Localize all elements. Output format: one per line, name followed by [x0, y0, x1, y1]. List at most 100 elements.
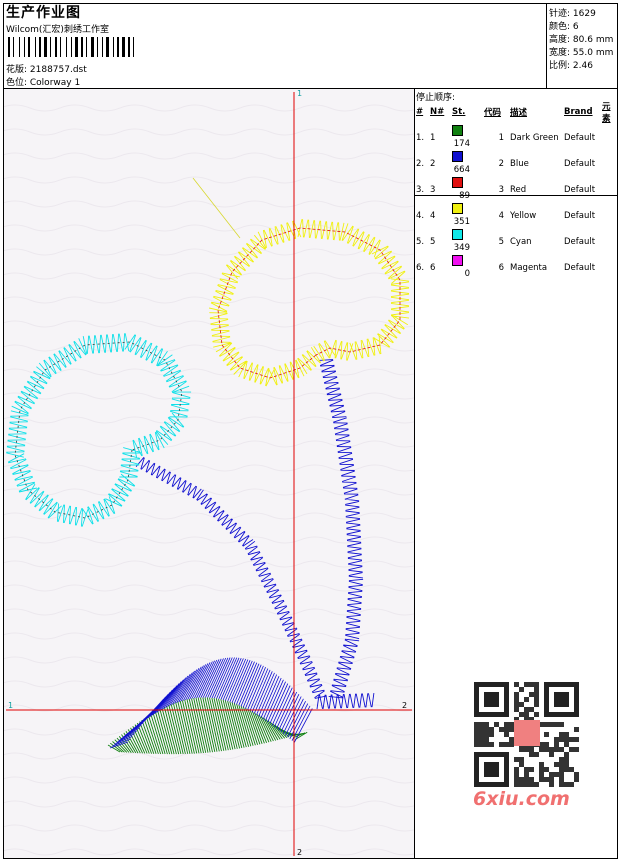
- row-number: 6: [430, 262, 436, 273]
- row-brand: Default: [564, 158, 596, 169]
- row-number: 2: [430, 158, 436, 169]
- qr-module: [514, 767, 519, 772]
- qr-module: [474, 732, 479, 737]
- qr-module: [509, 742, 514, 747]
- row-description: Yellow: [510, 210, 537, 221]
- stitch-count: 351: [453, 217, 470, 227]
- row-element: [602, 177, 620, 203]
- row-code: 2: [498, 158, 504, 169]
- qr-module: [559, 777, 564, 782]
- qr-module: [539, 777, 544, 782]
- qr-module: [489, 732, 494, 737]
- qr-module: [534, 697, 539, 702]
- qr-module: [509, 722, 514, 727]
- stat-colors: 颜色: 6: [549, 19, 579, 32]
- qr-module: [564, 762, 569, 767]
- table-row: 5. 5 349 5 Cyan Default: [416, 229, 620, 255]
- qr-finder: [554, 692, 569, 707]
- qr-module: [574, 737, 579, 742]
- watermark-site: 6xiu.com: [473, 788, 570, 810]
- qr-module: [499, 742, 504, 747]
- qr-module: [524, 782, 529, 787]
- row-brand: Default: [564, 184, 596, 195]
- qr-module: [534, 782, 539, 787]
- qr-module: [479, 737, 484, 742]
- stitch-count: 0: [464, 269, 470, 279]
- qr-module: [514, 772, 519, 777]
- table-row: 1. 1 174 1 Dark Green Default: [416, 125, 620, 151]
- axis-label-left: 1: [8, 701, 14, 710]
- col-description: 描述: [510, 108, 528, 118]
- qr-module: [524, 707, 529, 712]
- table-row: 3. 3 89 3 Red Default: [416, 177, 620, 203]
- stat-height: 高度: 80.6 mm: [549, 32, 613, 45]
- qr-finder: [484, 692, 499, 707]
- stitch-count: 174: [453, 139, 470, 149]
- colorway-name: 色位: Colorway 1: [6, 78, 81, 88]
- qr-module: [479, 727, 484, 732]
- qr-module: [544, 747, 549, 752]
- qr-module: [534, 712, 539, 717]
- row-stitches: 664: [452, 151, 484, 177]
- qr-module: [529, 777, 534, 782]
- qr-module: [569, 782, 574, 787]
- stat-scale: 比例: 2.46: [549, 58, 593, 71]
- qr-module: [519, 712, 524, 717]
- qr-module: [569, 737, 574, 742]
- qr-module: [529, 767, 534, 772]
- stitch-count: 664: [453, 165, 470, 175]
- color-swatch: [452, 229, 463, 240]
- qr-module: [499, 727, 504, 732]
- row-description: Blue: [510, 158, 529, 169]
- col-element: 元素: [602, 102, 611, 124]
- qr-module: [529, 747, 534, 752]
- row-index: 6.: [416, 262, 425, 273]
- qr-module: [574, 772, 579, 777]
- stat-label: 比例:: [549, 61, 571, 71]
- qr-module: [559, 722, 564, 727]
- qr-module: [524, 767, 529, 772]
- qr-module: [474, 722, 479, 727]
- fabric-texture: [4, 89, 414, 858]
- row-brand: Default: [564, 132, 596, 143]
- qr-module: [489, 742, 494, 747]
- qr-module: [519, 782, 524, 787]
- qr-module: [479, 732, 484, 737]
- qr-module: [529, 692, 534, 697]
- qr-module: [534, 687, 539, 692]
- qr-module: [524, 747, 529, 752]
- stat-stitches: 针迹: 1629: [549, 6, 596, 19]
- stat-value: 80.6 mm: [572, 35, 614, 45]
- qr-module: [549, 782, 554, 787]
- color-swatch: [452, 125, 463, 136]
- row-index: 5.: [416, 236, 425, 247]
- qr-module: [564, 742, 569, 747]
- qr-module: [524, 682, 529, 687]
- row-brand: Default: [564, 210, 596, 221]
- qr-module: [539, 772, 544, 777]
- stat-value: 2.46: [572, 61, 593, 71]
- row-description: Magenta: [510, 262, 548, 273]
- qr-module: [514, 777, 519, 782]
- col-index: #: [416, 107, 424, 117]
- row-code: 4: [498, 210, 504, 221]
- qr-module: [529, 707, 534, 712]
- stat-label: 高度:: [549, 35, 571, 45]
- qr-module: [564, 757, 569, 762]
- row-code: 3: [498, 184, 504, 195]
- qr-module: [569, 747, 574, 752]
- row-number: 1: [430, 132, 436, 143]
- axis-label-bottom: 2: [297, 848, 303, 857]
- qr-module: [504, 722, 509, 727]
- qr-module: [534, 702, 539, 707]
- qr-module: [504, 742, 509, 747]
- qr-module: [474, 737, 479, 742]
- table-header-row: # N# St. 代码 描述 Brand 元素: [416, 100, 620, 125]
- qr-module: [519, 757, 524, 762]
- qr-module: [554, 762, 559, 767]
- qr-module: [514, 782, 519, 787]
- qr-module: [514, 692, 519, 697]
- qr-module: [549, 747, 554, 752]
- row-number: 5: [430, 236, 436, 247]
- table-row: 6. 6 0 6 Magenta Default: [416, 255, 620, 281]
